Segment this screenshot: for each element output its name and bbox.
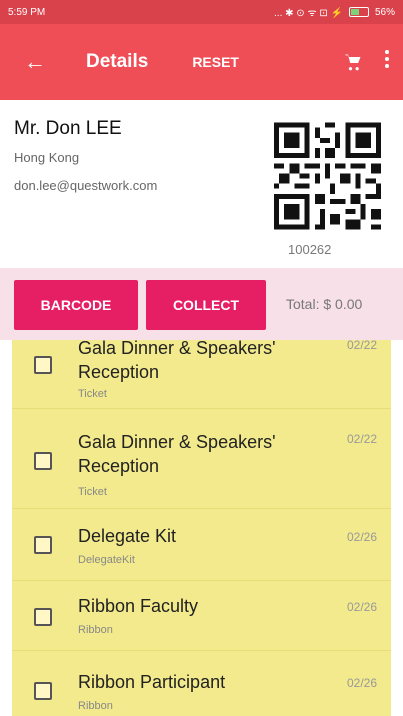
item-title: Gala Dinner & Speakers' Reception xyxy=(78,340,276,382)
back-arrow-icon[interactable]: ← xyxy=(24,49,56,75)
item-checkbox[interactable] xyxy=(34,608,52,626)
list-item[interactable]: Ribbon Faculty Ribbon 02/26 xyxy=(12,580,391,651)
attendee-name: Mr. Don LEE xyxy=(14,118,122,139)
item-checkbox[interactable] xyxy=(34,452,52,470)
collect-button[interactable]: COLLECT xyxy=(146,280,266,330)
item-type: Ribbon xyxy=(78,700,113,712)
list-item[interactable]: Delegate Kit DelegateKit 02/26 xyxy=(12,508,391,581)
item-date: 02/26 xyxy=(346,676,377,690)
item-checkbox[interactable] xyxy=(34,682,52,700)
battery-level: 56% xyxy=(374,6,395,18)
item-date: 02/26 xyxy=(346,600,377,614)
action-bar: BARCODE COLLECT Total: $ 0.00 xyxy=(0,268,403,340)
more-vertical-icon[interactable] xyxy=(385,50,389,71)
item-date: 02/22 xyxy=(346,432,377,446)
app-bar: ← Details RESET xyxy=(0,24,403,100)
item-date: 02/22 xyxy=(346,340,377,352)
item-checkbox[interactable] xyxy=(34,536,52,554)
qr-code-number: 100262 xyxy=(288,242,332,257)
status-icons: ... ✱ ⊙ ᯤ ⊡ ⚡ 56% xyxy=(274,5,395,20)
item-title: Ribbon Participant xyxy=(78,672,226,692)
item-type: DelegateKit xyxy=(78,554,135,566)
page-title: Details xyxy=(86,51,149,72)
item-type: Ticket xyxy=(78,486,107,498)
status-icons-text: ... ✱ ⊙ ᯤ ⊡ ⚡ xyxy=(274,8,343,19)
list-item[interactable]: Gala Dinner & Speakers' Reception Ticket… xyxy=(12,408,391,509)
item-list[interactable]: Gala Dinner & Speakers' Reception Ticket… xyxy=(12,340,391,716)
barcode-button[interactable]: BARCODE xyxy=(14,280,138,330)
item-title: Ribbon Faculty xyxy=(78,596,199,616)
battery-icon xyxy=(348,7,369,17)
total-amount: Total: $ 0.00 xyxy=(286,296,363,312)
reset-button[interactable]: RESET xyxy=(192,54,239,70)
status-time: 5:59 PM xyxy=(8,6,46,18)
cart-icon[interactable] xyxy=(343,52,363,72)
status-bar: 5:59 PM ... ✱ ⊙ ᯤ ⊡ ⚡ 56% xyxy=(0,0,403,24)
item-type: Ribbon xyxy=(78,624,113,636)
item-checkbox[interactable] xyxy=(34,356,52,374)
item-title: Delegate Kit xyxy=(78,526,177,546)
attendee-email: don.lee@questwork.com xyxy=(14,178,158,193)
profile-card: Mr. Don LEE Hong Kong don.lee@questwork.… xyxy=(0,100,403,268)
list-item[interactable]: Gala Dinner & Speakers' Reception Ticket… xyxy=(12,340,391,409)
list-item[interactable]: Ribbon Participant Ribbon 02/26 xyxy=(12,650,391,716)
attendee-city: Hong Kong xyxy=(14,150,80,165)
qr-code-image xyxy=(274,122,381,230)
item-title: Gala Dinner & Speakers' Reception xyxy=(78,432,276,476)
item-type: Ticket xyxy=(78,388,107,400)
item-date: 02/26 xyxy=(346,530,377,544)
